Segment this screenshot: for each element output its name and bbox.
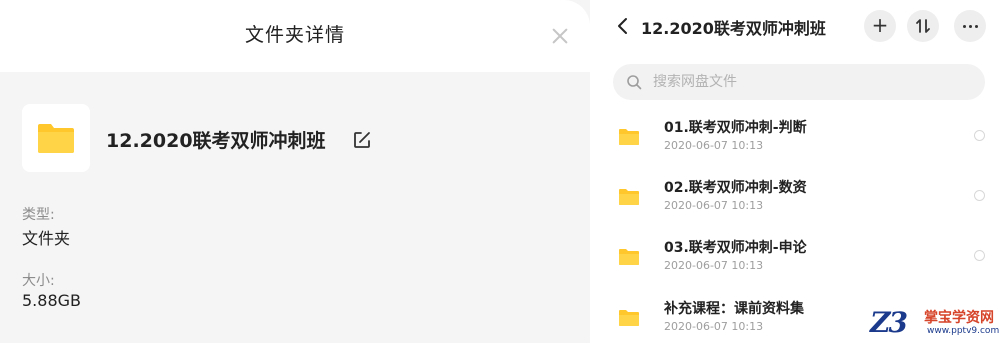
more-button[interactable] [954,10,986,42]
size-label: 大小: [22,273,55,289]
item-date: 2020-06-07 10:13 [664,320,764,333]
watermark: Z3 掌宝学资网 www.pptv9.com [870,306,1000,340]
sort-button[interactable] [907,10,939,42]
size-value: 5.88GB [22,291,81,310]
details-header: 文件夹详情 [0,0,590,72]
folder-icon [619,189,639,205]
watermark-url: www.pptv9.com [927,326,1000,336]
item-date: 2020-06-07 10:13 [664,199,764,212]
folder-name: 12.2020联考双师冲刺班 [106,130,326,152]
folder-title: 12.2020联考双师冲刺班 [641,19,826,38]
list-item[interactable]: 03.联考双师冲刺-申论 2020-06-07 10:13 [605,232,1000,280]
folder-thumbnail [22,104,90,172]
watermark-logo: Z3 [870,306,908,339]
folder-icon [619,310,639,326]
item-name: 03.联考双师冲刺-申论 [664,240,807,256]
sort-icon [916,19,930,33]
select-radio[interactable] [974,130,985,141]
list-item[interactable]: 01.联考双师冲刺-判断 2020-06-07 10:13 [605,112,1000,160]
list-item[interactable]: 02.联考双师冲刺-数资 2020-06-07 10:13 [605,172,1000,220]
item-date: 2020-06-07 10:13 [664,259,764,272]
folder-icon [619,129,639,145]
folder-details-panel: 文件夹详情 12.2020联考双师冲刺班 类型: 文件夹 大小: 5.88GB [0,0,590,343]
watermark-name: 掌宝学资网 [924,310,994,326]
select-radio[interactable] [974,250,985,261]
search-input[interactable] [653,64,973,100]
folder-icon [619,249,639,265]
type-value: 文件夹 [22,229,71,248]
search-icon [627,75,642,90]
type-label: 类型: [22,207,55,223]
folder-contents-panel: 12.2020联考双师冲刺班 + 01.联考双师冲刺-判断 2020-06-07… [605,0,1000,343]
details-title: 文件夹详情 [244,24,345,46]
item-name: 01.联考双师冲刺-判断 [664,120,807,136]
search-bar[interactable] [613,64,985,100]
item-name: 02.联考双师冲刺-数资 [664,180,807,196]
folder-icon [38,124,74,153]
item-name: 补充课程：课前资料集 [664,301,804,317]
add-button[interactable]: + [864,10,896,42]
select-radio[interactable] [974,190,985,201]
edit-icon[interactable] [352,130,372,150]
back-icon[interactable] [613,16,633,36]
close-icon[interactable] [548,24,572,48]
item-date: 2020-06-07 10:13 [664,139,764,152]
